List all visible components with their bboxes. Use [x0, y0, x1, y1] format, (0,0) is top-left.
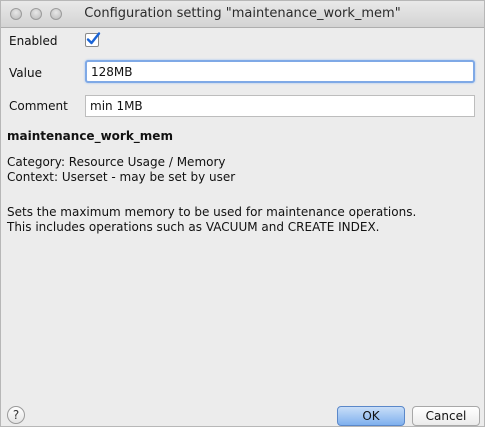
ok-button[interactable]: OK [337, 406, 405, 426]
value-label: Value [9, 66, 42, 80]
help-button[interactable]: ? [7, 406, 25, 424]
title-bar: Configuration setting "maintenance_work_… [1, 1, 484, 28]
description-line-2: This includes operations such as VACUUM … [7, 220, 380, 234]
setting-name: maintenance_work_mem [7, 129, 173, 143]
category-text: Category: Resource Usage / Memory [7, 155, 226, 169]
enabled-label: Enabled [9, 34, 58, 48]
context-text: Context: Userset - may be set by user [7, 170, 236, 184]
comment-input[interactable] [85, 95, 475, 117]
value-input[interactable] [85, 60, 475, 83]
comment-label: Comment [9, 99, 68, 113]
window-title: Configuration setting "maintenance_work_… [84, 6, 401, 21]
description-line-1: Sets the maximum memory to be used for m… [7, 205, 417, 219]
config-dialog: Configuration setting "maintenance_work_… [0, 0, 485, 427]
cancel-button[interactable]: Cancel [412, 406, 480, 426]
checkmark-icon [86, 32, 101, 45]
enabled-checkbox[interactable] [85, 32, 101, 47]
